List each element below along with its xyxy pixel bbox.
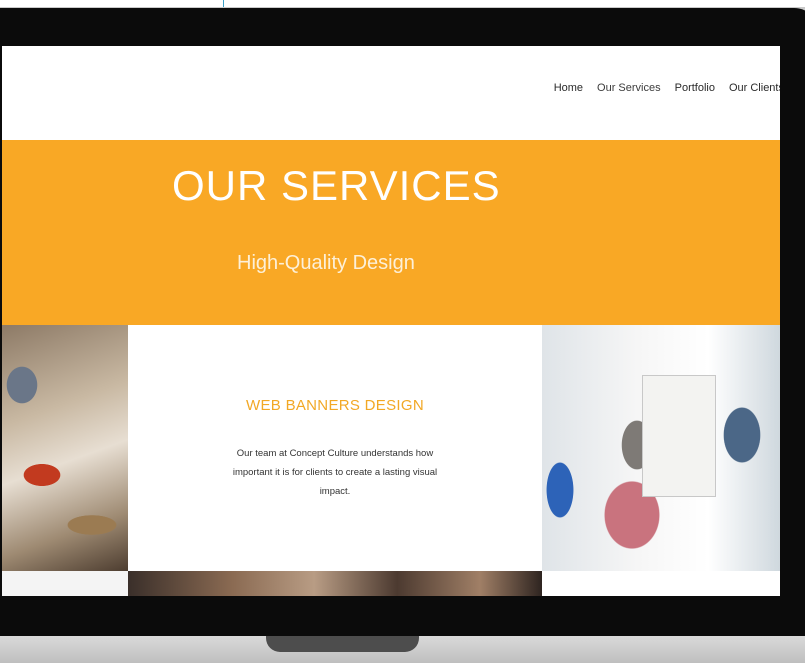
service-title: WEB BANNERS DESIGN (246, 397, 424, 414)
page-subtitle: High-Quality Design (237, 252, 415, 274)
top-nav: Home Our Services Portfolio Our Clients (554, 82, 780, 94)
bottom-left-tile (2, 571, 128, 596)
service-card: WEB BANNERS DESIGN Our team at Concept C… (128, 325, 542, 571)
bottom-photo-strip (128, 571, 542, 596)
bottom-right-tile (542, 571, 780, 596)
nav-our-services[interactable]: Our Services (597, 82, 661, 94)
service-description: Our team at Concept Culture understands … (232, 448, 438, 497)
nav-portfolio[interactable]: Portfolio (675, 82, 715, 94)
laptop-screen: Home Our Services Portfolio Our Clients … (2, 46, 780, 596)
hero-banner: OUR SERVICES High-Quality Design (2, 140, 780, 325)
team-meeting-photo (542, 325, 780, 571)
nav-home[interactable]: Home (554, 82, 583, 94)
laptop-hinge-notch (266, 636, 419, 652)
nav-our-clients[interactable]: Our Clients (729, 82, 780, 94)
page-title: OUR SERVICES (172, 162, 501, 209)
workspace-photo (2, 325, 128, 571)
whiteboard (642, 375, 716, 497)
